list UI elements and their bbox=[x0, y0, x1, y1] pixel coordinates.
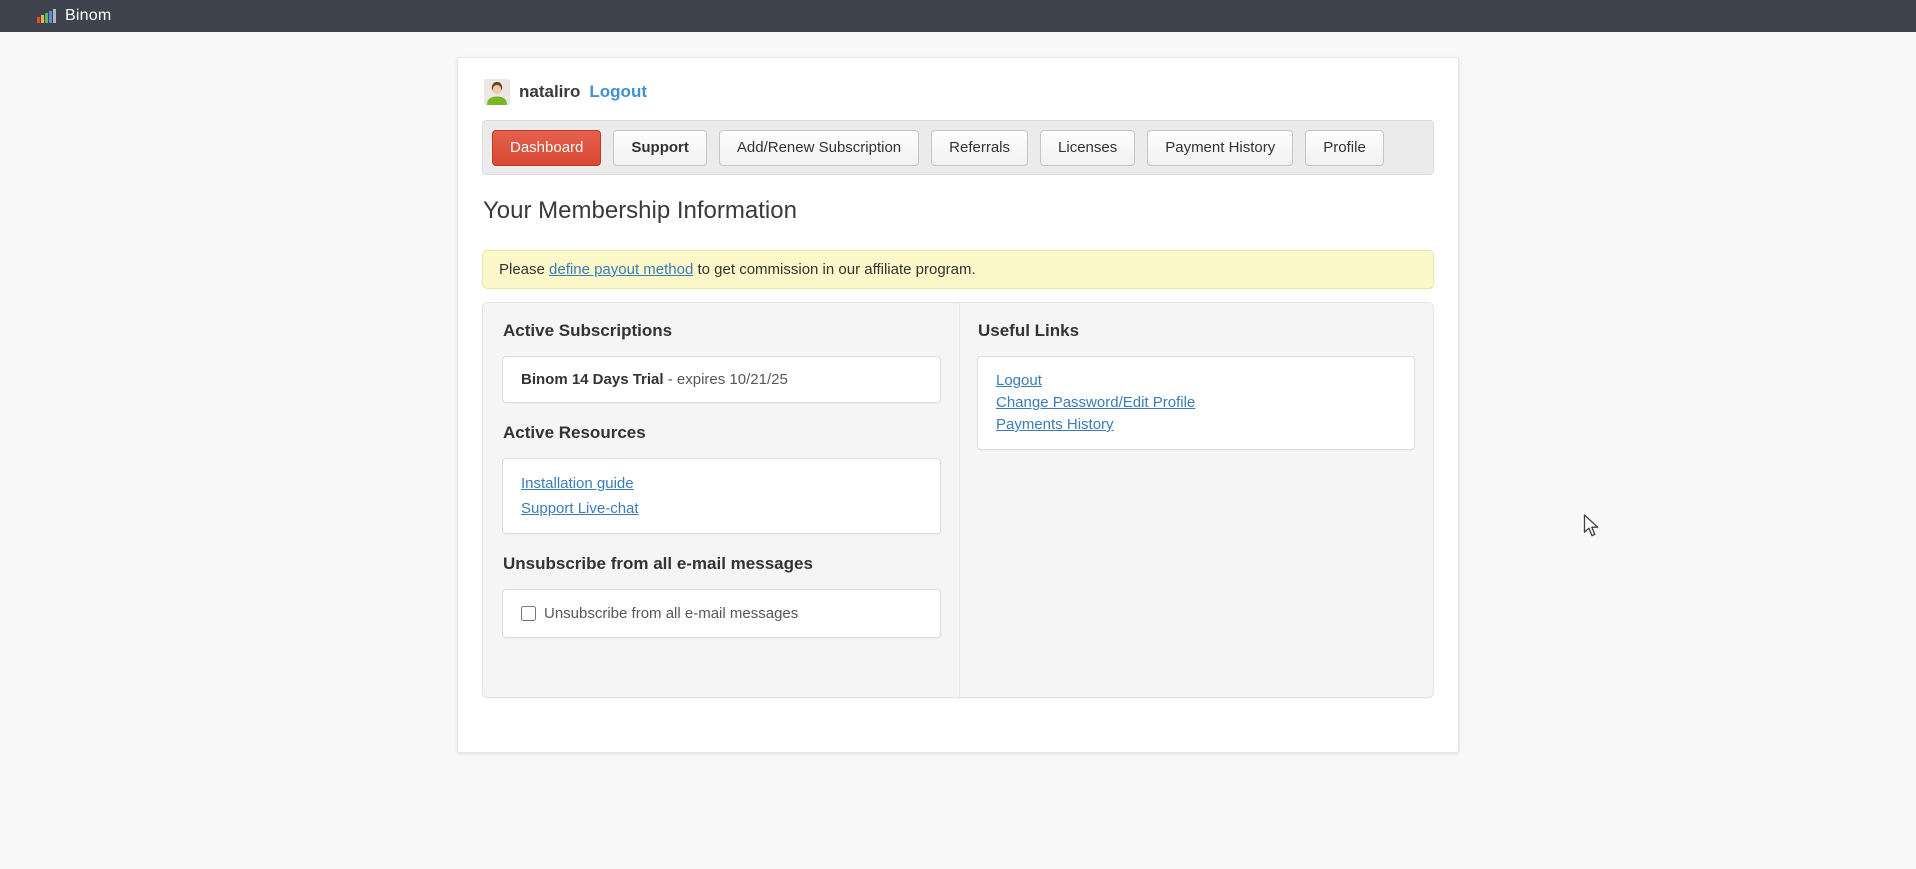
active-resources-heading: Active Resources bbox=[503, 423, 941, 443]
active-subscriptions-heading: Active Subscriptions bbox=[503, 321, 941, 341]
brand-name: Binom bbox=[65, 7, 111, 25]
useful-links-card: Logout Change Password/Edit Profile Paym… bbox=[977, 356, 1415, 450]
unsubscribe-label[interactable]: Unsubscribe from all e-mail messages bbox=[521, 605, 798, 622]
tab-support[interactable]: Support bbox=[613, 130, 707, 166]
tab-add-renew-subscription[interactable]: Add/Renew Subscription bbox=[719, 130, 919, 166]
notice-text-suffix: to get commission in our affiliate progr… bbox=[693, 261, 975, 278]
link-payments-history[interactable]: Payments History bbox=[996, 414, 1396, 436]
useful-links-heading: Useful Links bbox=[978, 321, 1415, 341]
define-payout-method-link[interactable]: define payout method bbox=[549, 261, 693, 278]
support-live-chat-link[interactable]: Support Live-chat bbox=[521, 496, 922, 521]
bar-chart-logo-icon bbox=[37, 9, 56, 23]
unsubscribe-card: Unsubscribe from all e-mail messages bbox=[502, 589, 941, 638]
subscription-expiry: - expires 10/21/25 bbox=[664, 371, 788, 388]
tab-licenses[interactable]: Licenses bbox=[1040, 130, 1135, 166]
tab-referrals[interactable]: Referrals bbox=[931, 130, 1028, 166]
user-row: nataliro Logout bbox=[484, 79, 1434, 105]
nav-tabs: Dashboard Support Add/Renew Subscription… bbox=[482, 120, 1434, 175]
payout-notice: Please define payout method to get commi… bbox=[482, 250, 1434, 289]
brand[interactable]: Binom bbox=[37, 7, 111, 25]
link-logout[interactable]: Logout bbox=[996, 370, 1396, 392]
logout-link-top[interactable]: Logout bbox=[589, 82, 647, 102]
info-panel: Active Subscriptions Binom 14 Days Trial… bbox=[482, 302, 1434, 698]
membership-card: nataliro Logout Dashboard Support Add/Re… bbox=[457, 57, 1459, 753]
subscription-name: Binom 14 Days Trial bbox=[521, 371, 664, 388]
tab-profile[interactable]: Profile bbox=[1305, 130, 1384, 166]
unsubscribe-checkbox[interactable] bbox=[521, 606, 536, 621]
resources-card: Installation guide Support Live-chat bbox=[502, 458, 941, 534]
tab-payment-history[interactable]: Payment History bbox=[1147, 130, 1293, 166]
link-change-password[interactable]: Change Password/Edit Profile bbox=[996, 392, 1396, 414]
mouse-cursor bbox=[1583, 514, 1601, 542]
useful-links-column: Useful Links Logout Change Password/Edit… bbox=[959, 303, 1433, 697]
unsubscribe-heading: Unsubscribe from all e-mail messages bbox=[503, 554, 941, 574]
notice-text-prefix: Please bbox=[499, 261, 549, 278]
subscription-item: Binom 14 Days Trial - expires 10/21/25 bbox=[502, 356, 941, 403]
subscriptions-column: Active Subscriptions Binom 14 Days Trial… bbox=[483, 303, 959, 697]
avatar bbox=[484, 79, 510, 105]
top-bar: Binom bbox=[0, 0, 1916, 32]
username: nataliro bbox=[519, 82, 580, 102]
page-title: Your Membership Information bbox=[483, 197, 1434, 225]
installation-guide-link[interactable]: Installation guide bbox=[521, 471, 922, 496]
tab-dashboard[interactable]: Dashboard bbox=[492, 130, 601, 166]
